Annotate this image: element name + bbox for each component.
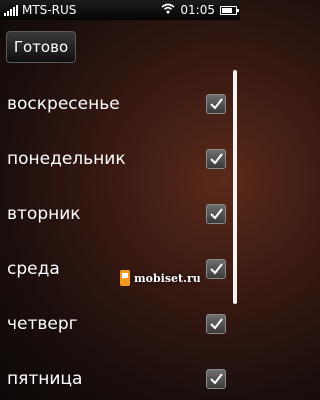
checkbox[interactable]: [206, 369, 226, 389]
checkbox[interactable]: [206, 204, 226, 224]
checkmark-icon: [210, 263, 223, 275]
day-label: четверг: [7, 314, 78, 334]
clock: 01:05: [180, 3, 215, 17]
done-button[interactable]: Готово: [6, 31, 76, 63]
day-label: вторник: [7, 204, 81, 224]
list-item[interactable]: четверг: [0, 304, 232, 344]
wifi-icon: [161, 3, 175, 17]
checkbox[interactable]: [206, 149, 226, 169]
checkmark-icon: [210, 373, 223, 385]
list-item[interactable]: пятница: [0, 359, 232, 399]
checkbox[interactable]: [206, 94, 226, 114]
checkmark-icon: [210, 153, 223, 165]
day-label: пятница: [7, 369, 83, 389]
day-label: воскресенье: [7, 94, 120, 114]
checkbox[interactable]: [206, 314, 226, 334]
checkbox[interactable]: [206, 259, 226, 279]
watermark-text: mobiset.ru: [134, 271, 201, 285]
scrollbar[interactable]: [233, 70, 237, 400]
battery-icon: [220, 5, 239, 15]
checkmark-icon: [210, 318, 223, 330]
status-bar: MTS-RUS 01:05: [0, 0, 240, 20]
phone-logo-icon: [120, 270, 130, 286]
checkmark-icon: [210, 98, 223, 110]
day-label: понедельник: [7, 149, 126, 169]
list-item[interactable]: воскресенье: [0, 84, 232, 124]
scrollbar-thumb[interactable]: [233, 70, 237, 304]
carrier-name: MTS-RUS: [22, 3, 77, 17]
list-item[interactable]: вторник: [0, 194, 232, 234]
day-label: среда: [7, 259, 60, 279]
checkmark-icon: [210, 208, 223, 220]
watermark: mobiset.ru: [120, 270, 201, 286]
signal-strength-icon: [4, 4, 18, 16]
list-item[interactable]: понедельник: [0, 139, 232, 179]
